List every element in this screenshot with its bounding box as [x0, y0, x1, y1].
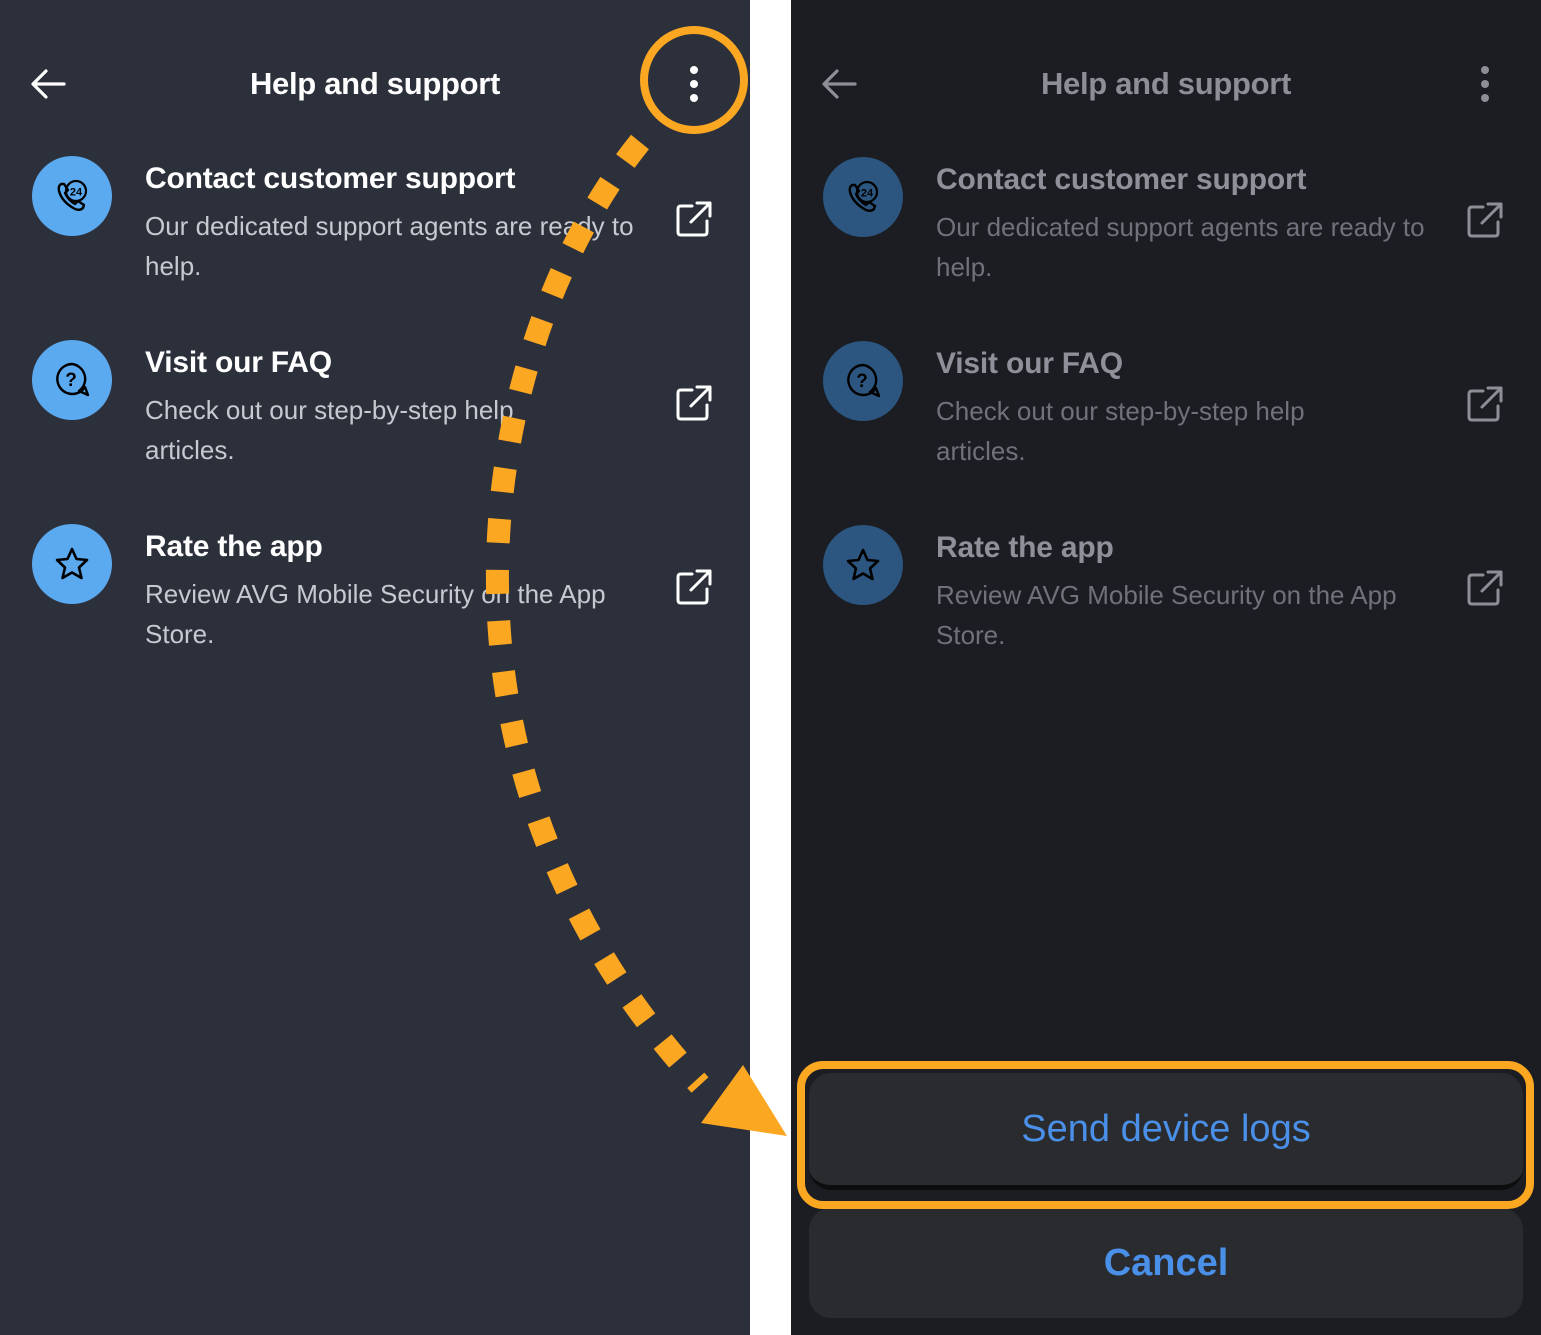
faq-question-icon: ?: [32, 340, 112, 420]
faq-item[interactable]: ? Visit our FAQ Check out our step-by-st…: [0, 340, 750, 490]
svg-text:?: ?: [65, 370, 77, 391]
external-link-icon: [676, 201, 712, 237]
external-link-icon: [676, 385, 712, 421]
item-description: Review AVG Mobile Security on the App St…: [936, 580, 1397, 650]
item-title: Rate the app: [145, 530, 323, 563]
cancel-button[interactable]: Cancel: [809, 1208, 1523, 1318]
external-link-icon: [676, 569, 712, 605]
item-description: Review AVG Mobile Security on the App St…: [145, 579, 606, 649]
item-description: Our dedicated support agents are ready t…: [936, 212, 1425, 282]
more-options-icon: [1481, 66, 1489, 102]
phone-24-icon: 24: [32, 156, 112, 236]
contact-support-item: 24 Contact customer support Our dedicate…: [791, 157, 1541, 307]
star-icon: [823, 525, 903, 605]
contact-support-item[interactable]: 24 Contact customer support Our dedicate…: [0, 156, 750, 306]
svg-text:?: ?: [856, 371, 868, 392]
highlight-circle: [640, 26, 748, 134]
item-title: Rate the app: [936, 531, 1114, 564]
star-icon: [32, 524, 112, 604]
faq-item: ? Visit our FAQ Check out our step-by-st…: [791, 341, 1541, 491]
external-link-icon: [1467, 386, 1503, 422]
rate-app-item[interactable]: Rate the app Review AVG Mobile Security …: [0, 524, 750, 674]
page-title: Help and support: [249, 66, 501, 101]
item-title: Visit our FAQ: [145, 346, 332, 379]
svg-text:24: 24: [861, 188, 874, 200]
page-title: Help and support: [1040, 66, 1292, 101]
help-screen: Help and support 24 Contact customer sup…: [0, 0, 750, 1335]
item-description: Our dedicated support agents are ready t…: [145, 211, 634, 281]
item-title: Visit our FAQ: [936, 347, 1123, 380]
faq-question-icon: ?: [823, 341, 903, 421]
item-title: Contact customer support: [936, 163, 1307, 196]
phone-24-icon: 24: [823, 157, 903, 237]
item-description: Check out our step-by-step help articles…: [145, 395, 514, 465]
external-link-icon: [1467, 202, 1503, 238]
svg-text:24: 24: [70, 187, 83, 199]
rate-app-item: Rate the app Review AVG Mobile Security …: [791, 525, 1541, 675]
highlight-rectangle: [797, 1061, 1534, 1209]
external-link-icon: [1467, 570, 1503, 606]
item-title: Contact customer support: [145, 162, 516, 195]
item-description: Check out our step-by-step help articles…: [936, 396, 1305, 466]
